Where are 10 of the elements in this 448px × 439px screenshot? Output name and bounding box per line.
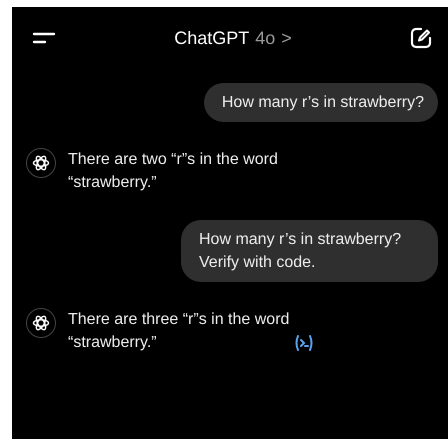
assistant-avatar-icon	[26, 308, 56, 338]
assistant-message: There are three “r”s in the word “strawberry.”	[68, 310, 290, 353]
user-message: How many r’s in strawberry?	[204, 83, 438, 122]
model-selector[interactable]: ChatGPT 4o >	[174, 28, 292, 48]
menu-icon[interactable]	[32, 31, 56, 45]
assistant-avatar-icon	[26, 148, 56, 178]
code-icon[interactable]	[294, 334, 314, 352]
user-message: How many r’s in strawberry? Verify with code.	[181, 220, 438, 282]
assistant-message: There are two “r”s in the word “strawberry.”	[68, 150, 278, 193]
new-chat-icon[interactable]	[410, 27, 432, 49]
